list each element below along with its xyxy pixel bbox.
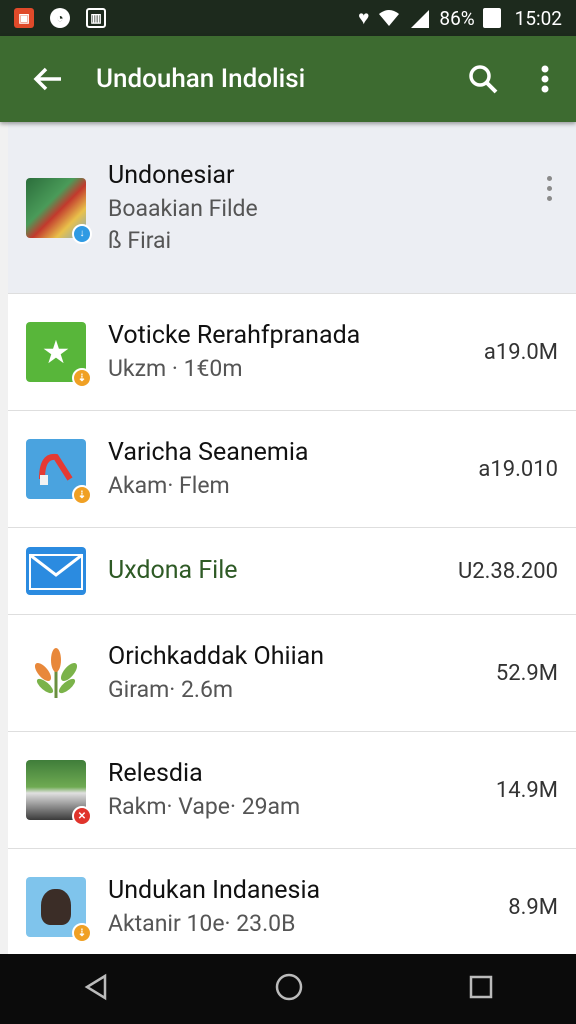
back-arrow-icon[interactable] [0,66,96,92]
item-title: Varicha Seanemia [108,438,309,467]
item-title: Undonesiar [108,160,235,190]
back-nav-icon[interactable] [83,973,109,1005]
battery-icon [482,8,501,28]
maps-app-icon: ⇣ [26,439,92,505]
item-subtitle: Aktanir 10e· 23.0B [108,910,296,937]
item-title: Undukan Indanesia [108,876,321,905]
page-title: Undouhan Indolisi [96,64,306,94]
item-size: 8.9M [508,894,558,920]
app-bar: Undouhan Indolisi [0,36,576,122]
item-subtitle: Boaakian Filde [108,194,258,222]
wifi-icon [379,10,400,26]
search-icon[interactable] [452,64,514,94]
list-item[interactable]: ↓ Undonesiar Boaakian Filde ß Firai [8,122,576,294]
recents-nav-icon[interactable] [469,975,493,1003]
item-title: Orichkaddak Ohiian [108,642,325,671]
status-bar: ▣ ◔ ▥ ♥ 86% 15:02 [0,0,576,36]
photo-thumbnail-icon: ✕ [26,760,92,826]
item-size: 14.9M [495,777,558,803]
download-badge-icon: ✕ [72,806,92,826]
download-badge-icon: ⇣ [72,923,92,943]
download-badge-icon: ↓ [72,223,92,244]
list-item[interactable]: ⇣ Varicha Seanemia Akam· Flem a19.010 [8,411,576,528]
item-detail: ß Firai [108,226,172,254]
item-title: Relesdia [108,759,203,788]
app-thumbnail-icon: ↓ [26,177,92,244]
notification-clock-icon: ◔ [50,8,70,28]
item-size: U2.38.200 [457,558,558,584]
download-badge-icon: ⇣ [72,368,92,388]
clock-time: 15:02 [514,6,562,30]
download-badge-icon: ⇣ [72,485,92,505]
heart-icon: ♥ [358,6,370,29]
item-subtitle: Ukzm · 1€0m [108,355,243,382]
download-list: ↓ Undonesiar Boaakian Filde ß Firai ★ ⇣ … [0,122,576,954]
item-size: a19.010 [478,456,558,482]
star-app-icon: ★ ⇣ [26,322,92,388]
mail-icon [26,547,86,595]
leaf-app-icon [26,643,86,703]
overflow-menu-icon[interactable] [514,65,576,93]
list-item[interactable]: Uxdona File U2.38.200 [8,528,576,615]
item-size: 52.9M [495,660,558,686]
signal-icon [411,10,430,28]
home-nav-icon[interactable] [274,972,304,1006]
item-subtitle: Rakm· Vape· 29am [108,793,301,820]
item-size: a19.0M [483,339,558,365]
battery-percent: 86% [439,6,475,30]
item-subtitle: Giram· 2.6m [108,676,234,703]
notification-app-icon: ▣ [14,8,34,28]
notification-image-icon: ▥ [86,8,106,28]
list-item[interactable]: ⇣ Undukan Indanesia Aktanir 10e· 23.0B 8… [8,849,576,954]
list-item[interactable]: Orichkaddak Ohiian Giram· 2.6m 52.9M [8,615,576,732]
list-item[interactable]: ✕ Relesdia Rakm· Vape· 29am 14.9M [8,732,576,849]
item-subtitle: Akam· Flem [108,472,230,499]
item-more-icon[interactable] [547,176,552,201]
item-title: Uxdona File [108,556,238,585]
item-title: Voticke Rerahfpranada [108,321,361,350]
list-item[interactable]: ★ ⇣ Voticke Rerahfpranada Ukzm · 1€0m a1… [8,294,576,411]
profile-photo-icon: ⇣ [26,877,92,943]
navigation-bar [0,954,576,1024]
